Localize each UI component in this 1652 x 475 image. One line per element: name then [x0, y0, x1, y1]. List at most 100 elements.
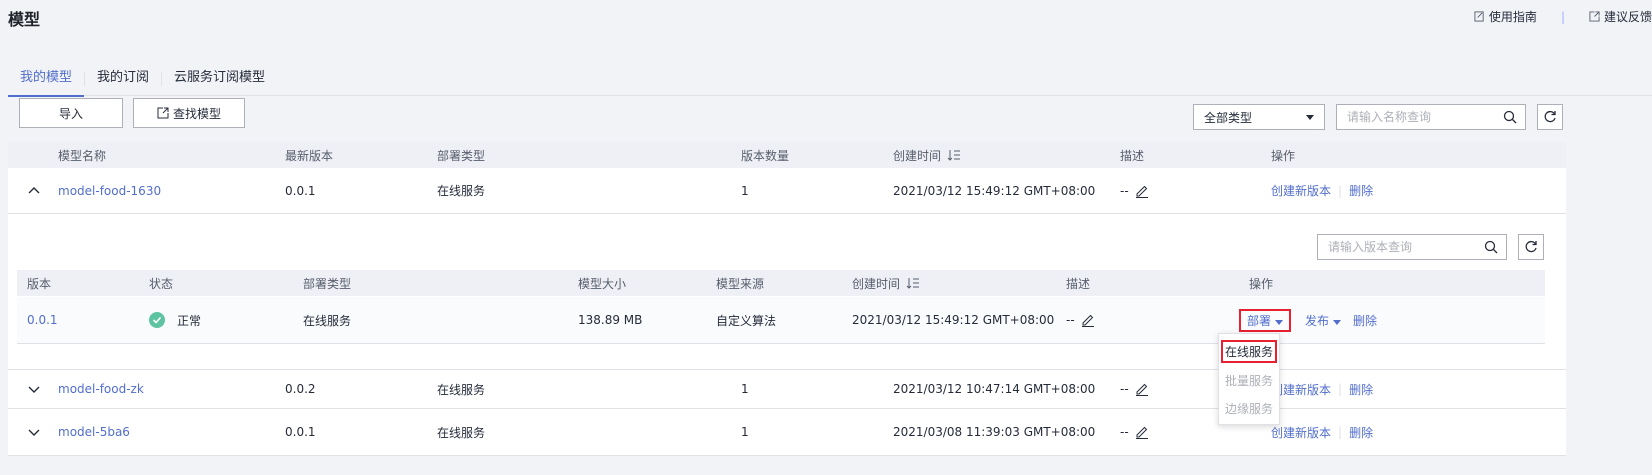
type-select-value: 全部类型 [1204, 110, 1253, 125]
name-search-input[interactable] [1347, 110, 1477, 124]
refresh-button[interactable] [1537, 104, 1563, 130]
expand-toggle[interactable] [28, 409, 40, 455]
tab-my-subscriptions[interactable]: 我的订阅 [85, 70, 161, 96]
tab-cloud-subscriptions[interactable]: 云服务订阅模型 [162, 70, 277, 96]
table-header: 模型名称 最新版本 部署类型 版本数量 创建时间 描述 操作 [8, 142, 1566, 168]
create-version-link[interactable]: 创建新版本 [1271, 381, 1331, 398]
vcol-created[interactable]: 创建时间 [852, 270, 920, 296]
find-model-button[interactable]: 查找模型 [133, 98, 245, 128]
col-created-label: 创建时间 [893, 148, 942, 163]
create-version-link[interactable]: 创建新版本 [1271, 182, 1331, 199]
vcol-created-label: 创建时间 [852, 276, 901, 291]
model-desc-value: -- [1120, 382, 1129, 396]
vcol-deploy-type: 部署类型 [303, 276, 352, 291]
guide-link[interactable]: 使用指南 [1474, 8, 1537, 25]
model-desc: -- [1120, 409, 1149, 455]
model-version-count: 1 [741, 425, 749, 439]
version-status-label: 正常 [177, 313, 202, 328]
feedback-label: 建议反馈 [1603, 10, 1652, 24]
top-links: 使用指南 | 建议反馈 [1474, 8, 1652, 25]
model-created: 2021/03/12 10:47:14 GMT+08:00 [893, 382, 1096, 396]
version-created: 2021/03/12 15:49:12 GMT+08:00 [852, 313, 1055, 327]
create-version-link[interactable]: 创建新版本 [1271, 424, 1331, 441]
search-icon[interactable] [1503, 110, 1517, 124]
version-delete-link[interactable]: 删除 [1353, 312, 1377, 329]
model-name-link[interactable]: model-5ba6 [58, 409, 130, 455]
model-deploy-type: 在线服务 [437, 425, 486, 440]
expand-toggle[interactable] [28, 370, 40, 408]
model-deploy-type: 在线服务 [437, 382, 486, 397]
col-created[interactable]: 创建时间 [893, 142, 961, 168]
refresh-icon [1525, 240, 1537, 253]
col-latest-version: 最新版本 [285, 148, 334, 163]
vcol-version: 版本 [27, 276, 52, 291]
model-deploy-type: 在线服务 [437, 184, 486, 198]
model-name-link[interactable]: model-food-1630 [58, 168, 161, 213]
col-name: 模型名称 [58, 148, 107, 163]
delete-link[interactable]: 删除 [1349, 381, 1373, 398]
col-deploy-type: 部署类型 [437, 148, 486, 163]
row-ops: 创建新版本 | 删除 [1271, 370, 1373, 408]
page-title: 模型 [8, 10, 41, 29]
vcol-status: 状态 [149, 276, 174, 291]
version-search-input[interactable] [1328, 240, 1458, 254]
version-desc-value: -- [1066, 313, 1075, 327]
tab-bar: 我的模型 我的订阅 云服务订阅模型 [8, 70, 1652, 97]
op-divider: | [1338, 382, 1343, 396]
find-model-label: 查找模型 [172, 106, 221, 121]
deploy-menu-online[interactable]: 在线服务 [1221, 340, 1277, 363]
deploy-dropdown-button[interactable]: 部署 [1238, 308, 1292, 332]
delete-link[interactable]: 删除 [1349, 182, 1373, 199]
publish-dropdown-button[interactable]: 发布 [1305, 312, 1342, 329]
type-select[interactable]: 全部类型 [1193, 104, 1325, 130]
model-version: 0.0.2 [285, 382, 316, 396]
col-version-count: 版本数量 [741, 148, 790, 163]
model-version-count: 1 [741, 382, 749, 396]
deploy-menu: 在线服务 批量服务 边缘服务 [1218, 333, 1280, 425]
search-icon[interactable] [1484, 240, 1498, 254]
version-row: 0.0.1 正常 在线服务 138.89 MB 自定义算法 2021/03/12… [17, 297, 1545, 344]
table-row: model-5ba6 0.0.1 在线服务 1 2021/03/08 11:39… [8, 409, 1566, 456]
name-search [1336, 104, 1526, 130]
top-divider: | [1560, 9, 1565, 24]
table-row: model-food-1630 0.0.1 在线服务 1 2021/03/12 … [8, 168, 1566, 214]
caret-down-icon [1306, 114, 1314, 120]
chevron-down-icon [28, 386, 40, 393]
sort-icon [906, 278, 920, 289]
model-desc: -- [1120, 168, 1149, 213]
guide-label: 使用指南 [1488, 10, 1537, 24]
pencil-icon[interactable] [1135, 425, 1149, 439]
model-version: 0.0.1 [285, 183, 316, 198]
model-name-link[interactable]: model-food-zk [58, 370, 144, 408]
publish-label: 发布 [1305, 313, 1330, 328]
model-version-count: 1 [741, 183, 749, 198]
pencil-icon[interactable] [1135, 382, 1149, 396]
vcol-size: 模型大小 [578, 276, 627, 291]
refresh-icon [1544, 110, 1556, 123]
feedback-link[interactable]: 建议反馈 [1589, 8, 1652, 25]
model-created: 2021/03/08 11:39:03 GMT+08:00 [893, 425, 1096, 439]
collapse-toggle[interactable] [28, 168, 40, 213]
pencil-icon[interactable] [1081, 313, 1095, 327]
version-refresh-button[interactable] [1518, 234, 1544, 260]
import-button[interactable]: 导入 [19, 98, 123, 128]
external-link-icon [157, 107, 169, 119]
pencil-icon[interactable] [1135, 184, 1149, 198]
version-deploy-type: 在线服务 [303, 313, 352, 328]
version-table-header: 版本 状态 部署类型 模型大小 模型来源 创建时间 描述 操作 [17, 270, 1545, 296]
delete-link[interactable]: 删除 [1349, 424, 1373, 441]
vcol-source: 模型来源 [716, 276, 765, 291]
deploy-label: 部署 [1247, 313, 1272, 328]
deploy-menu-edge[interactable]: 边缘服务 [1219, 400, 1279, 417]
deploy-menu-batch[interactable]: 批量服务 [1219, 372, 1279, 389]
import-label: 导入 [58, 106, 83, 121]
tab-my-models[interactable]: 我的模型 [8, 70, 85, 97]
model-desc: -- [1120, 370, 1149, 408]
col-desc: 描述 [1120, 148, 1145, 163]
op-divider: | [1338, 183, 1343, 198]
version-link[interactable]: 0.0.1 [27, 297, 58, 343]
row-ops: 创建新版本 | 删除 [1271, 409, 1373, 455]
sort-icon [947, 150, 961, 161]
version-desc: -- [1066, 297, 1095, 343]
col-ops: 操作 [1271, 148, 1296, 163]
